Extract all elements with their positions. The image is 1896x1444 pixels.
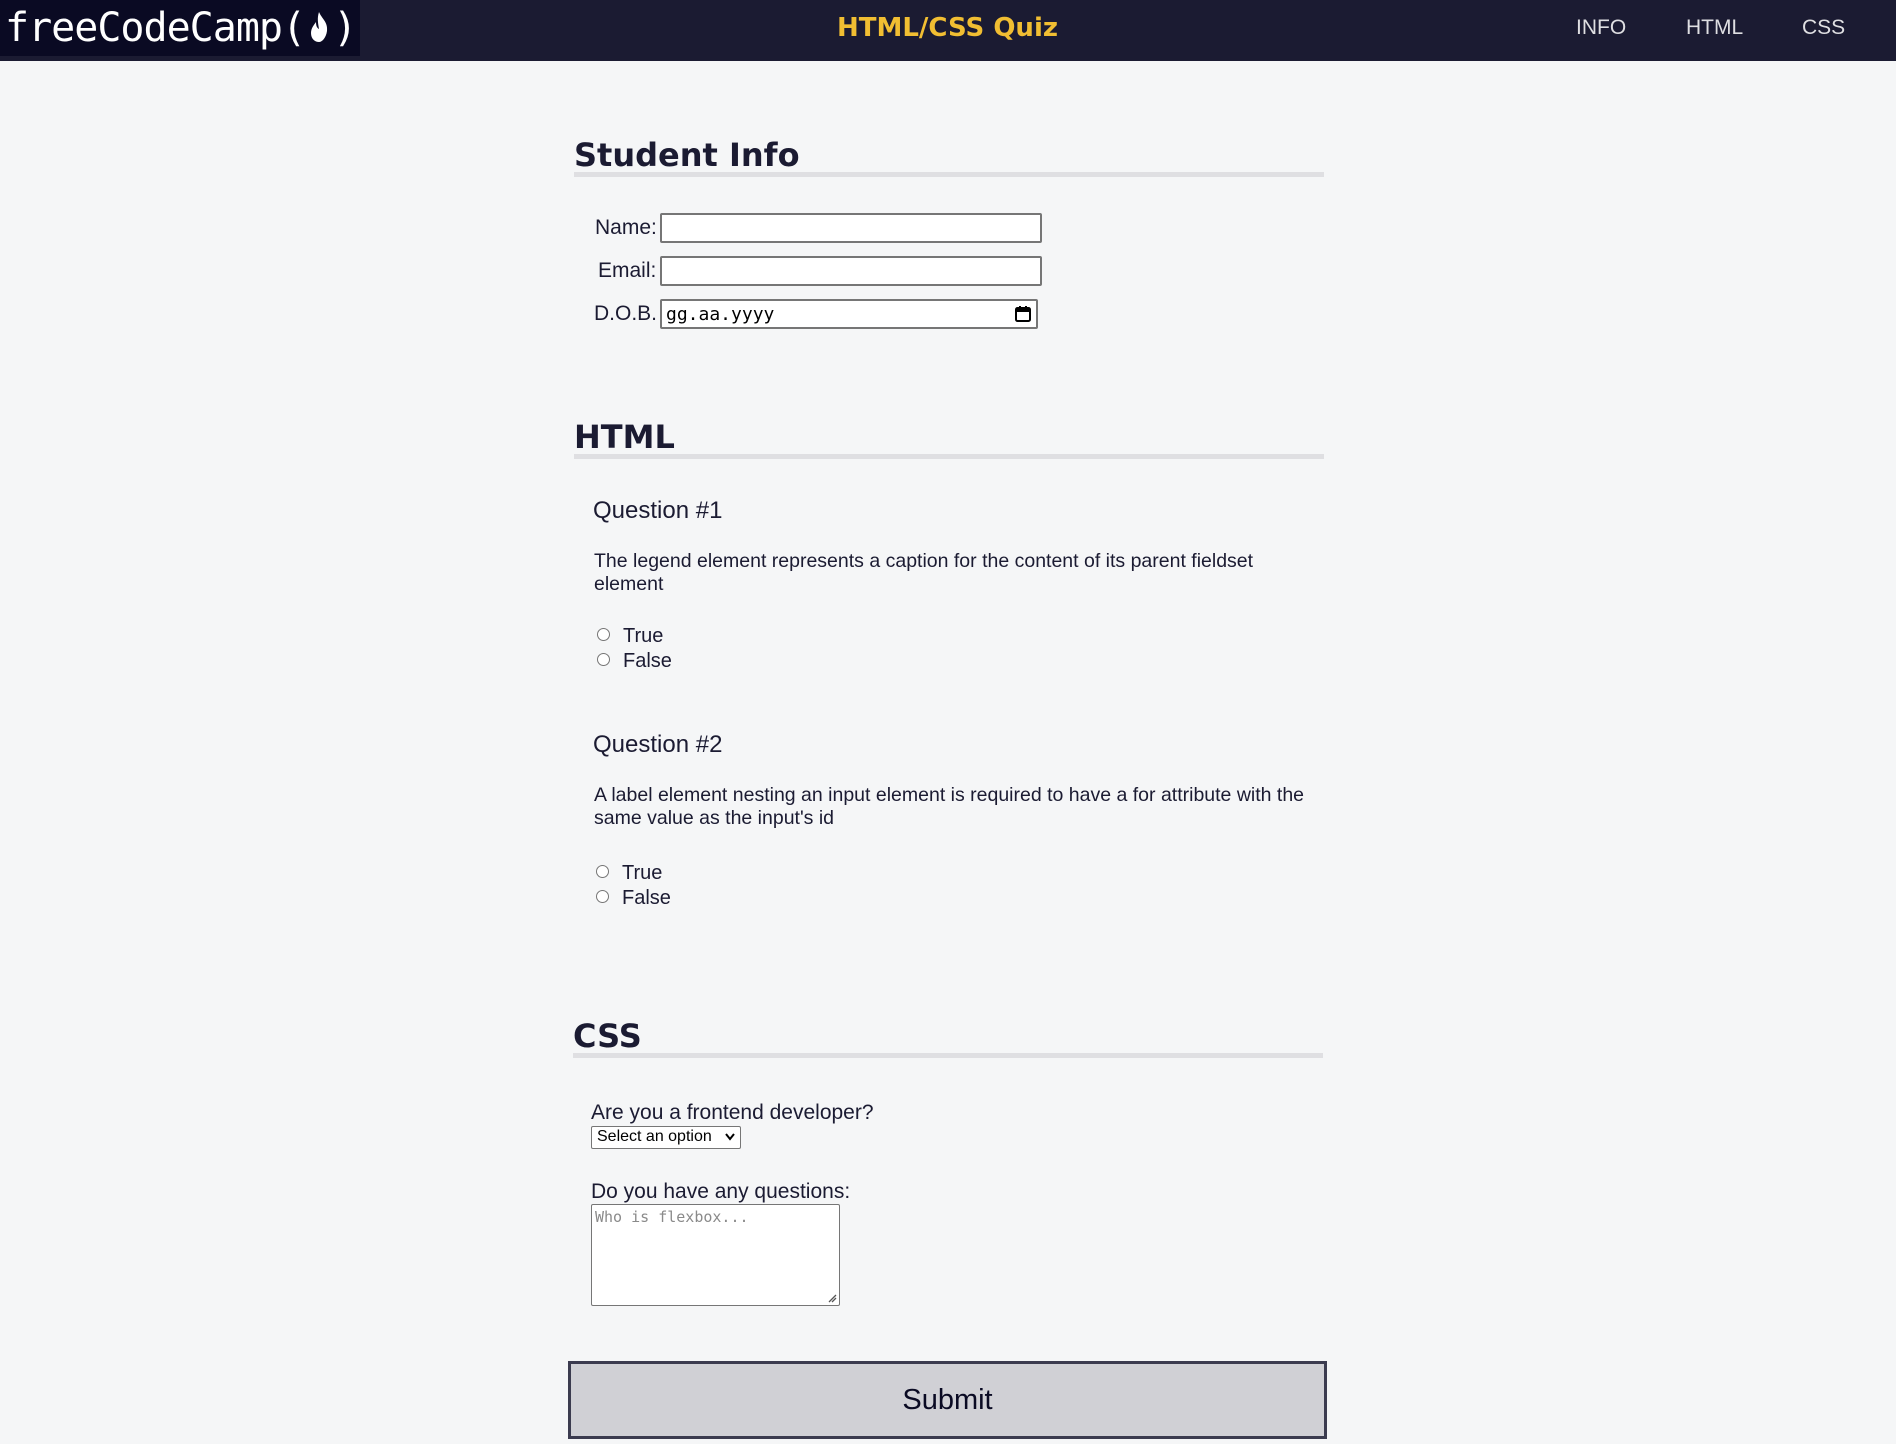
html-section-heading: HTML — [574, 418, 675, 456]
nav-link-html[interactable]: HTML — [1686, 16, 1743, 40]
email-label: Email: — [598, 259, 657, 282]
logo-text: freeCodeCamp( — [5, 5, 306, 51]
section-divider — [573, 1053, 1323, 1058]
css-section-heading: CSS — [573, 1017, 642, 1055]
questions-textarea[interactable]: Who is flexbox... — [591, 1204, 840, 1306]
top-navbar: freeCodeCamp( ) HTML/CSS Quiz INFO HTML … — [0, 0, 1896, 61]
page-title: HTML/CSS Quiz — [837, 13, 1058, 43]
question-1-title: Question #1 — [593, 497, 723, 524]
chevron-down-icon — [725, 1133, 735, 1141]
frontend-select-value: Select an option — [597, 1128, 712, 1145]
dob-date-input[interactable]: gg.aa.yyyy — [660, 299, 1038, 329]
questions-label: Do you have any questions: — [591, 1180, 851, 1203]
name-label: Name: — [595, 216, 657, 239]
question-1-true-label[interactable]: True — [623, 625, 663, 648]
question-2-false-label[interactable]: False — [622, 887, 671, 910]
resize-grip-icon[interactable] — [827, 1293, 837, 1303]
frontend-question-label: Are you a frontend developer? — [591, 1101, 874, 1124]
email-input[interactable] — [660, 256, 1042, 286]
logo-close-paren: ) — [333, 5, 357, 51]
question-2-true-label[interactable]: True — [622, 862, 662, 885]
question-1-false-label[interactable]: False — [623, 650, 672, 673]
question-2-text: A label element nesting an input element… — [594, 784, 1305, 829]
questions-textarea-placeholder: Who is flexbox... — [595, 1208, 749, 1226]
student-info-heading: Student Info — [574, 136, 800, 174]
submit-button[interactable]: Submit — [568, 1361, 1327, 1439]
flame-icon — [311, 12, 328, 42]
section-divider — [574, 172, 1324, 177]
question-2-false-radio[interactable] — [596, 890, 609, 903]
question-2-title: Question #2 — [593, 731, 723, 758]
freecodecamp-logo[interactable]: freeCodeCamp( ) — [0, 0, 360, 56]
name-input[interactable] — [660, 213, 1042, 243]
calendar-icon[interactable] — [1014, 305, 1032, 323]
section-divider — [574, 454, 1324, 459]
frontend-select[interactable]: Select an option — [591, 1126, 741, 1149]
nav-link-css[interactable]: CSS — [1802, 16, 1845, 40]
question-1-false-radio[interactable] — [597, 653, 610, 666]
nav-link-info[interactable]: INFO — [1576, 16, 1626, 40]
question-1-text: The legend element represents a caption … — [594, 550, 1254, 595]
question-1-true-radio[interactable] — [597, 628, 610, 641]
dob-label: D.O.B. — [594, 302, 658, 325]
dob-date-placeholder: gg.aa.yyyy — [666, 304, 775, 325]
question-2-true-radio[interactable] — [596, 865, 609, 878]
